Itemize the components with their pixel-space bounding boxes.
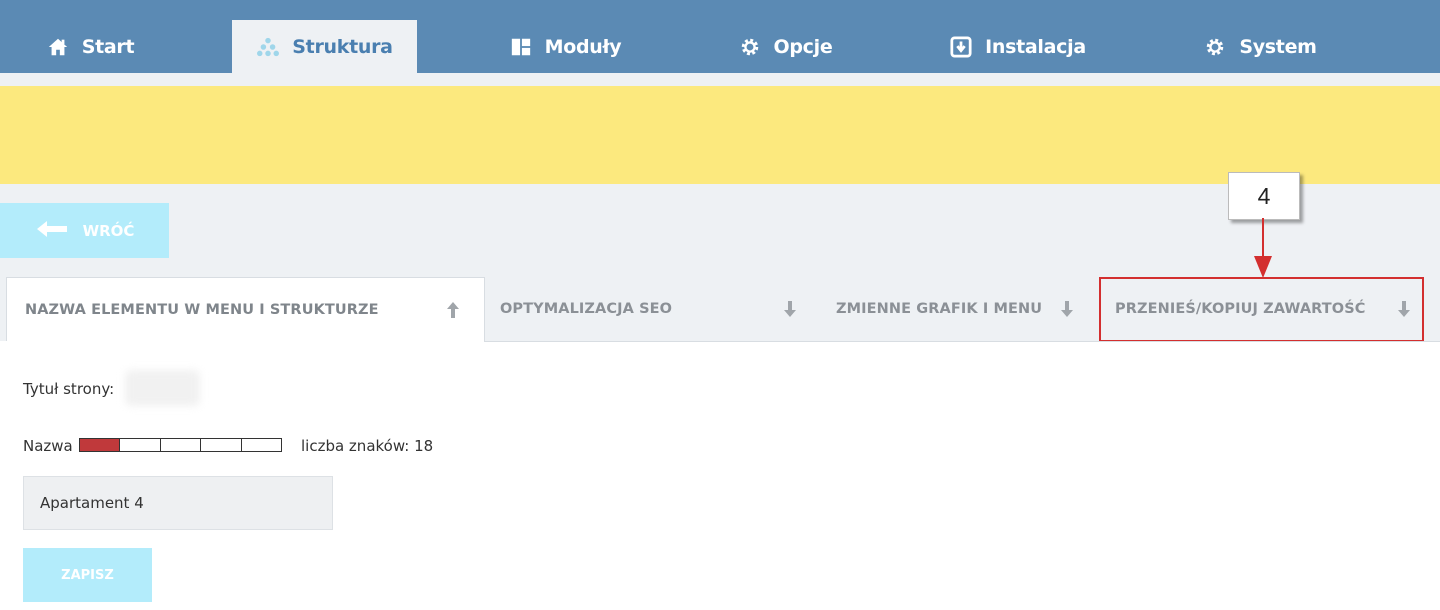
name-input[interactable] xyxy=(23,476,333,530)
install-icon xyxy=(949,35,973,59)
tab-label: NAZWA ELEMENTU W MENU I STRUKTURZE xyxy=(25,301,379,318)
nav-label: System xyxy=(1239,35,1317,58)
tab-nazwa-elementu[interactable]: NAZWA ELEMENTU W MENU I STRUKTURZE xyxy=(6,277,485,341)
nav-item-system[interactable]: System xyxy=(1195,20,1325,73)
structure-icon xyxy=(256,35,280,59)
nav-item-start[interactable]: Start xyxy=(30,20,150,73)
back-button[interactable]: WRÓĆ xyxy=(0,203,169,258)
meter-segment xyxy=(80,439,121,451)
tab-label: ZMIENNE GRAFIK I MENU xyxy=(836,301,1043,317)
arrow-left-icon xyxy=(35,219,69,243)
callout-number: 4 xyxy=(1228,172,1300,220)
name-label: Nazwa xyxy=(23,437,73,455)
nav-item-moduly[interactable]: Moduły xyxy=(495,20,635,73)
page-title-value-redacted xyxy=(125,370,200,406)
arrow-down-icon xyxy=(784,301,796,317)
arrow-down-icon xyxy=(1061,301,1073,317)
arrow-up-icon xyxy=(447,302,459,318)
tab-zmienne-grafik[interactable]: ZMIENNE GRAFIK I MENU xyxy=(820,277,1090,341)
nav-label: Opcje xyxy=(773,35,833,58)
meter-segment xyxy=(242,439,281,451)
page-title-label: Tytuł strony: xyxy=(23,380,115,398)
length-meter xyxy=(79,438,282,452)
nav-label: Struktura xyxy=(292,35,393,58)
tab-divider xyxy=(484,341,1440,342)
nav-label: Start xyxy=(81,35,135,58)
nav-label: Instalacja xyxy=(985,35,1086,58)
save-button[interactable]: ZAPISZ xyxy=(23,548,152,602)
tab-label: OPTYMALIZACJA SEO xyxy=(500,301,673,317)
back-button-label: WRÓĆ xyxy=(82,221,135,240)
tab-optymalizacja-seo[interactable]: OPTYMALIZACJA SEO xyxy=(484,277,804,341)
gear-icon xyxy=(1203,35,1227,59)
meter-segment xyxy=(161,439,202,451)
arrow-down-icon xyxy=(1398,301,1410,317)
modules-icon xyxy=(509,35,533,59)
meter-segment xyxy=(120,439,161,451)
char-count-label: liczba znaków: 18 xyxy=(301,437,434,455)
nav-underline-strip xyxy=(0,73,1440,86)
notice-banner xyxy=(0,86,1440,184)
callout-arrow-icon xyxy=(1254,218,1272,278)
nav-item-instalacja[interactable]: Instalacja xyxy=(940,20,1095,73)
tab-przenies-kopiuj[interactable]: PRZENIEŚ/KOPIUJ ZAWARTOŚĆ xyxy=(1100,277,1422,341)
nav-item-struktura[interactable]: Struktura xyxy=(232,20,417,73)
meter-segment xyxy=(201,439,242,451)
nav-item-opcje[interactable]: Opcje xyxy=(725,20,845,73)
nav-label: Moduły xyxy=(544,35,622,58)
tab-label: PRZENIEŚ/KOPIUJ ZAWARTOŚĆ xyxy=(1115,301,1366,317)
top-navigation: Start Struktura Moduły Opcje Instalacja … xyxy=(0,0,1440,73)
gear-icon xyxy=(738,35,762,59)
home-icon xyxy=(46,35,70,59)
